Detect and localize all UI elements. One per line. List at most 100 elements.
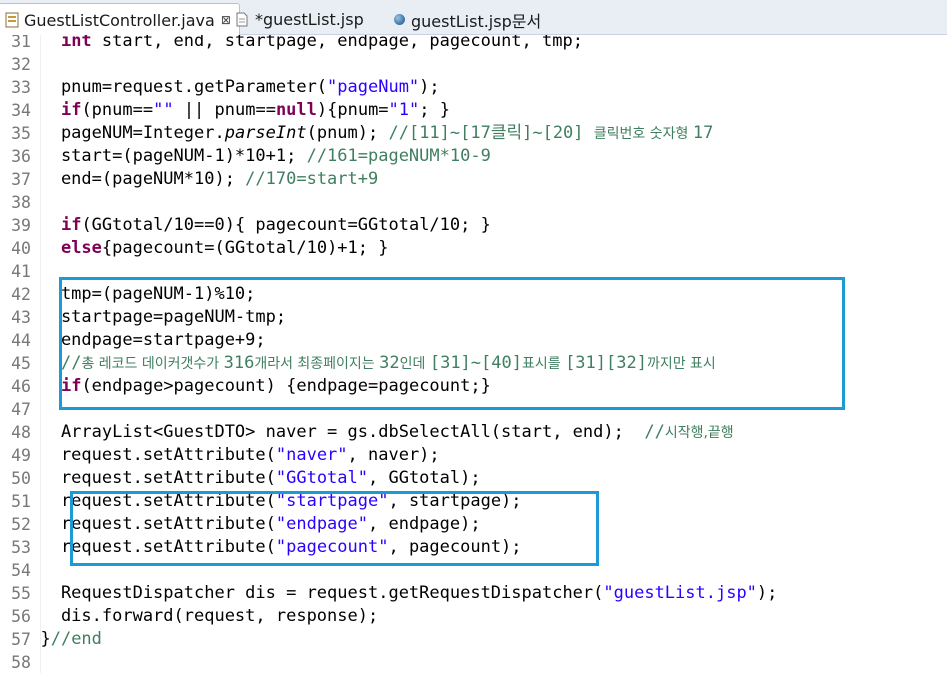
code-token: pnum=request.getParameter( — [20, 77, 328, 97]
code-token: ArrayList<GuestDTO> naver = gs.dbSelectA… — [20, 422, 645, 442]
code-token: 까지만 표시 — [646, 356, 716, 372]
code-token: "guestList.jsp" — [603, 583, 757, 603]
code-token: ); — [756, 583, 778, 603]
code-token: request.setAttribute( — [20, 537, 276, 557]
code-token: // — [60, 353, 82, 373]
line-number: 32 — [11, 55, 31, 74]
code-token: "pageNum" — [327, 77, 420, 97]
code-token: , GGtotal); — [368, 468, 481, 488]
code-text: }//end — [20, 628, 101, 651]
code-token: 316 — [223, 353, 255, 373]
code-token: (GGtotal/10==0){ pagecount=GGtotal/10; } — [81, 215, 491, 235]
code-token: else — [60, 238, 102, 258]
code-token: 표시를 — [521, 356, 566, 372]
code-line[interactable]: 44 endpage=startpage+9; — [0, 329, 947, 352]
code-text: request.setAttribute("GGtotal", GGtotal)… — [20, 467, 481, 490]
globe-icon — [394, 14, 405, 25]
code-token: //[11]~[17클릭]~[20] — [388, 123, 594, 143]
code-token: //161=pageNUM*10-9 — [306, 146, 491, 166]
code-line[interactable]: 41 — [0, 260, 947, 283]
code-token: request.setAttribute( — [20, 468, 276, 488]
code-line[interactable]: 54 — [0, 559, 947, 582]
code-token: || pnum== — [173, 100, 276, 120]
code-text: request.setAttribute("naver", naver); — [20, 444, 440, 467]
code-line[interactable]: 33 pnum=request.getParameter("pageNum"); — [0, 76, 947, 99]
code-line[interactable]: 57 }//end — [0, 628, 947, 651]
code-text: endpage=startpage+9; — [20, 329, 266, 352]
code-token: (pnum== — [81, 100, 154, 120]
code-line[interactable]: 38 — [0, 191, 947, 214]
code-text: startpage=pageNUM-tmp; — [20, 306, 286, 329]
code-line[interactable]: 45 //총 레코드 데이커갯수가 316개라서 최종페이지는 32인데 [31… — [0, 352, 947, 375]
editor-tab-bar: GuestListController.java ⊠ *guestList.js… — [0, 0, 947, 36]
code-line[interactable]: 31 int start, end, startpage, endpage, p… — [0, 35, 947, 53]
code-line[interactable]: 56 dis.forward(request, response); — [0, 605, 947, 628]
code-token: null — [275, 100, 317, 120]
code-token: "" — [153, 100, 174, 120]
code-line[interactable]: 35 pageNUM=Integer.parseInt(pnum); //[11… — [0, 122, 947, 145]
code-text: RequestDispatcher dis = request.getReque… — [20, 582, 777, 605]
code-token: RequestDispatcher dis = request.getReque… — [20, 583, 604, 603]
code-token: 32 — [379, 353, 400, 373]
jsp-file-icon — [236, 12, 250, 28]
code-line[interactable]: 49 request.setAttribute("naver", naver); — [0, 444, 947, 467]
code-line[interactable]: 48 ArrayList<GuestDTO> naver = gs.dbSele… — [0, 421, 947, 444]
code-line[interactable]: 37 end=(pageNUM*10); //170=start+9 — [0, 168, 947, 191]
code-line[interactable]: 40 else{pagecount=(GGtotal/10)+1; } — [0, 237, 947, 260]
code-token: dis.forward(request, response); — [20, 606, 379, 626]
line-number: 41 — [11, 262, 31, 281]
code-line[interactable]: 47 — [0, 398, 947, 421]
code-token: "pagecount" — [275, 537, 389, 557]
tab-guestlist-jsp-document[interactable]: guestList.jsp문서 — [394, 4, 541, 35]
code-line[interactable]: 58 — [0, 651, 947, 673]
tab-guestlistcontroller-java[interactable]: GuestListController.java ⊠ — [0, 3, 240, 36]
code-token: start=(pageNUM-1)*10+1; — [20, 146, 307, 166]
code-line[interactable]: 32 — [0, 53, 947, 76]
code-token: end=(pageNUM*10); — [20, 169, 246, 189]
code-token: 클릭번호 숫자형 — [593, 126, 693, 142]
code-token: ); — [419, 77, 440, 97]
code-token: "1" — [388, 100, 420, 120]
code-token: , pagecount); — [388, 537, 522, 557]
code-line[interactable]: 39 if(GGtotal/10==0){ pagecount=GGtotal/… — [0, 214, 947, 237]
code-line[interactable]: 46 if(endpage>pagecount) {endpage=pageco… — [0, 375, 947, 398]
code-token: request.setAttribute( — [20, 445, 276, 465]
code-editor[interactable]: 31 int start, end, startpage, endpage, p… — [0, 35, 947, 673]
code-text: pageNUM=Integer.parseInt(pnum); //[11]~[… — [20, 122, 713, 146]
code-token: if — [60, 100, 82, 120]
code-line[interactable]: 53 request.setAttribute("pagecount", pag… — [0, 536, 947, 559]
code-line[interactable]: 43 startpage=pageNUM-tmp; — [0, 306, 947, 329]
code-token: "GGtotal" — [275, 468, 368, 488]
code-token: if — [60, 215, 82, 235]
code-token: endpage=startpage+9; — [20, 330, 266, 350]
code-token: 시작행,끝행 — [664, 425, 734, 441]
code-line[interactable]: 34 if(pnum=="" || pnum==null){pnum="1"; … — [0, 99, 947, 122]
code-line[interactable]: 50 request.setAttribute("GGtotal", GGtot… — [0, 467, 947, 490]
code-token: (pnum); — [306, 123, 389, 143]
tab-guestlist-jsp[interactable]: *guestList.jsp — [236, 4, 364, 35]
code-line[interactable]: 42 tmp=(pageNUM-1)%10; — [0, 283, 947, 306]
code-line[interactable]: 55 RequestDispatcher dis = request.getRe… — [0, 582, 947, 605]
close-tab-icon[interactable]: ⊠ — [221, 13, 231, 27]
code-token: 총 레코드 데이커갯수가 — [81, 356, 224, 372]
code-token: request.setAttribute( — [20, 491, 276, 511]
code-token: //170=start+9 — [245, 169, 379, 189]
code-line[interactable]: 36 start=(pageNUM-1)*10+1; //161=pageNUM… — [0, 145, 947, 168]
code-line[interactable]: 52 request.setAttribute("endpage", endpa… — [0, 513, 947, 536]
code-token: "endpage" — [275, 514, 368, 534]
code-token: ){pnum= — [316, 100, 389, 120]
line-number: 38 — [11, 193, 31, 212]
code-text: tmp=(pageNUM-1)%10; — [20, 283, 255, 306]
code-token: , endpage); — [368, 514, 481, 534]
code-token: (endpage>pagecount) {endpage=pagecount;} — [81, 376, 491, 396]
code-token: request.setAttribute( — [20, 514, 276, 534]
code-line[interactable]: 51 request.setAttribute("startpage", sta… — [0, 490, 947, 513]
code-token: ; } — [419, 100, 450, 120]
code-token: , naver); — [347, 445, 440, 465]
